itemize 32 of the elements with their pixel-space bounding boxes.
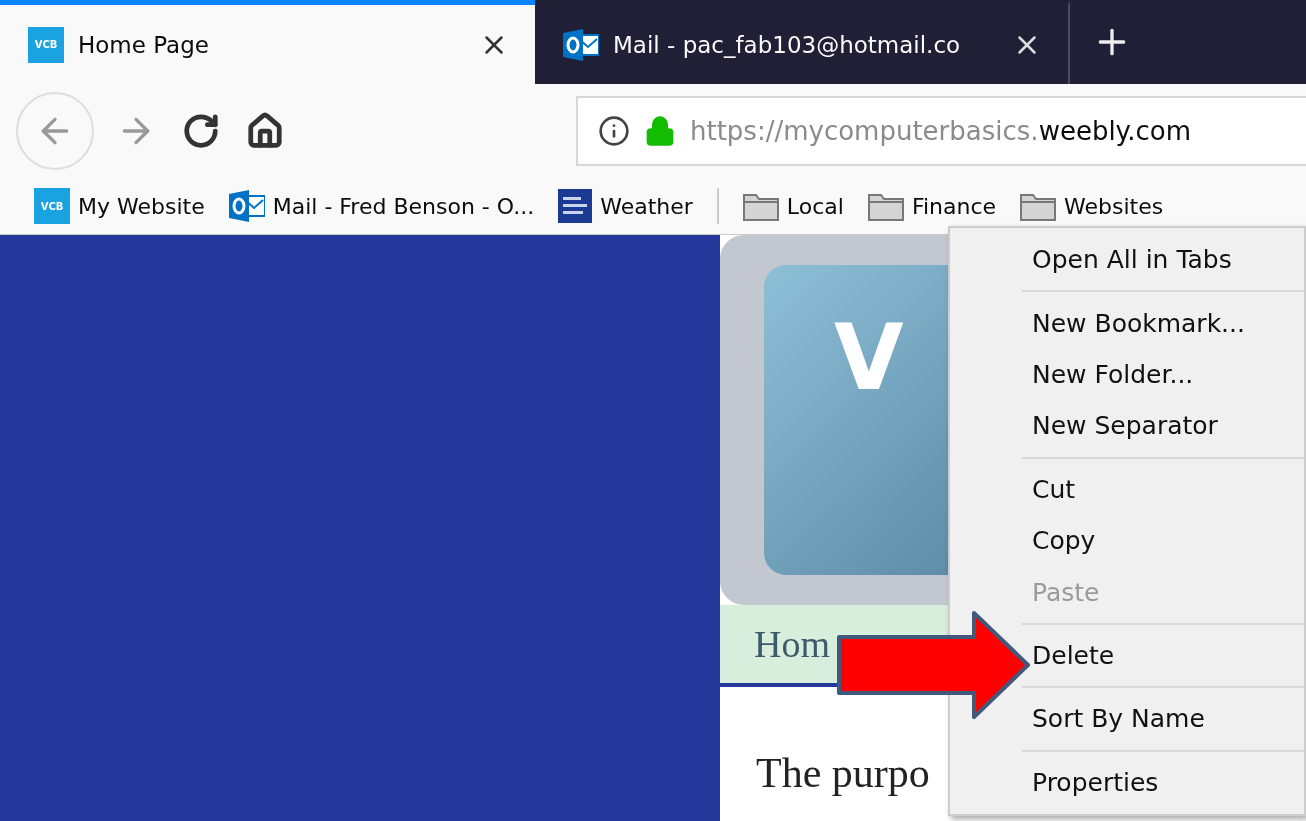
folder-icon — [1020, 191, 1057, 221]
menu-item[interactable]: Copy — [1032, 515, 1096, 567]
bookmark-item[interactable]: Mail - Fred Benson - O... — [228, 190, 535, 222]
bookmark-folder[interactable]: Websites — [1020, 191, 1164, 221]
bookmark-item[interactable]: VCB My Website — [34, 188, 205, 224]
site-favicon: VCB — [34, 188, 70, 224]
reload-icon — [182, 112, 220, 150]
lock-icon — [644, 115, 676, 147]
mail-app-icon — [563, 28, 599, 61]
menu-item[interactable]: New Separator — [1032, 400, 1218, 452]
info-icon — [598, 115, 630, 147]
bookmark-folder[interactable]: Local — [742, 191, 844, 221]
folder-icon — [742, 191, 779, 221]
menu-item[interactable]: New Folder... — [1032, 348, 1194, 401]
site-favicon: VCB — [28, 26, 64, 63]
folder-icon — [867, 191, 904, 221]
bookmark-folder[interactable]: Finance — [867, 191, 997, 221]
menu-item[interactable]: Open All in Tabs — [1032, 234, 1232, 286]
logo-letter: V — [834, 305, 904, 410]
menu-item[interactable]: Delete — [1032, 629, 1115, 682]
intro-text: The purpo — [756, 749, 930, 797]
nav-link[interactable]: Hom — [754, 622, 830, 666]
menu-item[interactable]: Properties — [1032, 756, 1159, 808]
menu-item[interactable]: Cut — [1032, 463, 1076, 515]
bookmark-item[interactable]: Weather — [558, 189, 693, 223]
weather-logo-icon — [558, 189, 593, 223]
address-bar[interactable]: https://mycomputerbasics.weebly.com — [576, 96, 1306, 166]
menu-item[interactable]: New Bookmark... — [1032, 297, 1245, 349]
browser-tab[interactable]: VCB Home Page — [0, 0, 535, 84]
home-icon — [246, 112, 284, 150]
mail-app-icon — [228, 190, 265, 222]
menu-item[interactable]: Sort By Name — [1032, 693, 1205, 745]
